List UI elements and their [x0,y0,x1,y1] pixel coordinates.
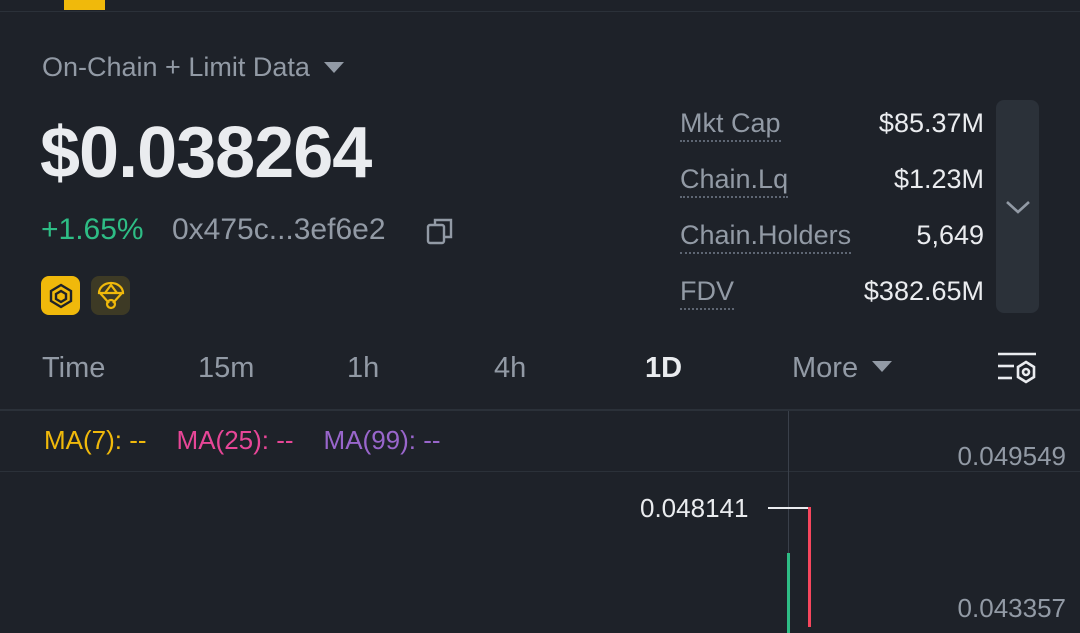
expand-stats-button[interactable] [996,100,1039,313]
stat-label[interactable]: Chain.Holders [680,220,852,254]
ma-legend: MA(7): -- MA(25): -- MA(99): -- [44,425,441,456]
high-price-leader [768,507,808,509]
stat-row-chain-lq: Chain.Lq $1.23M [680,160,984,216]
price-chart[interactable]: MA(7): -- MA(25): -- MA(99): -- 0.049549… [0,409,1080,633]
y-axis-label: 0.043357 [957,593,1066,623]
token-stats: Mkt Cap $85.37M Chain.Lq $1.23M Chain.Ho… [680,104,984,328]
data-source-dropdown[interactable]: On-Chain + Limit Data [42,52,344,83]
tab-1h[interactable]: 1h [347,352,379,385]
chevron-down-icon [1005,200,1030,214]
candle-wick-down [808,507,811,627]
stat-label[interactable]: Chain.Lq [680,164,789,198]
tab-15m[interactable]: 15m [198,352,254,385]
stat-value: $85.37M [878,108,984,138]
interval-tabs: Time 15m 1h 4h 1D More [0,344,1080,408]
tab-1d[interactable]: 1D [645,352,682,385]
y-axis-label: 0.049549 [957,441,1066,471]
tab-4h[interactable]: 4h [494,352,526,385]
stat-value: $382.65M [863,276,984,306]
candle-wick-up [787,553,790,633]
copy-icon[interactable] [426,217,454,245]
contract-address[interactable]: 0x475c...3ef6e2 [172,213,386,247]
ma99-label: MA(99): -- [323,425,441,455]
data-source-label: On-Chain + Limit Data [42,52,310,82]
top-tab-bar [0,0,1080,12]
ma7-label: MA(7): -- [44,425,147,455]
ma25-label: MA(25): -- [176,425,294,455]
stat-value: $1.23M [893,164,984,194]
stat-row-mkt-cap: Mkt Cap $85.37M [680,104,984,160]
caret-down-icon [872,360,893,372]
price-change-percent: +1.65% [41,213,144,246]
caret-down-icon [323,62,344,73]
tab-more-label: More [792,352,859,384]
stat-value: 5,649 [916,220,984,250]
token-price: $0.038264 [40,113,372,193]
stat-label[interactable]: FDV [680,276,734,310]
tab-more[interactable]: More [792,352,893,385]
tab-time[interactable]: Time [42,352,105,385]
high-price-label: 0.048141 [640,493,749,523]
grid-line [0,471,1080,472]
active-tab-indicator [64,0,105,10]
chart-settings-icon[interactable] [996,351,1038,389]
stat-row-fdv: FDV $382.65M [680,272,984,328]
stat-row-chain-holders: Chain.Holders 5,649 [680,216,984,272]
stat-label[interactable]: Mkt Cap [680,108,781,142]
airdrop-parachute-icon[interactable] [91,276,130,315]
bnb-chain-icon[interactable] [41,276,80,315]
